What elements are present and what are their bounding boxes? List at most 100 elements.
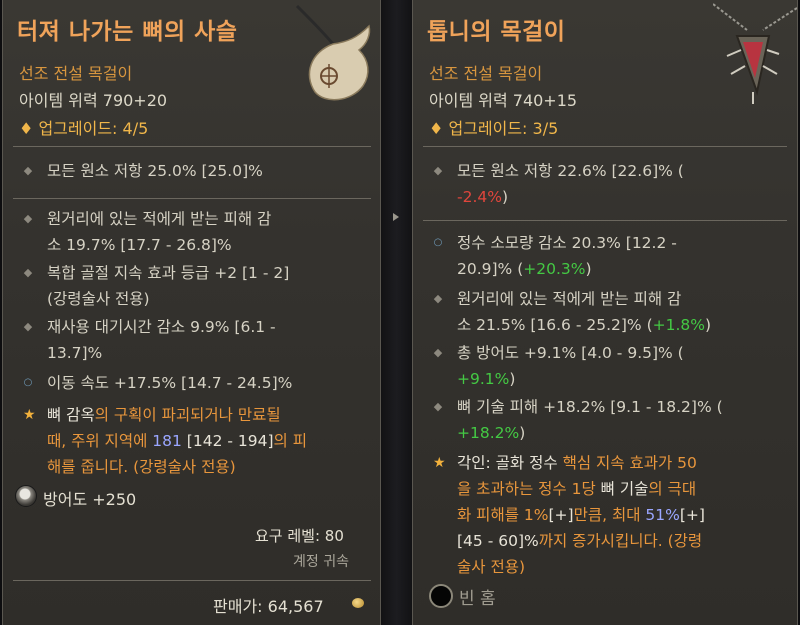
aspect-text: 만큼, 최대 [573, 506, 646, 524]
item-power: 아이템 위력 790+20 [19, 91, 168, 110]
skull-armor-icon [15, 485, 37, 507]
panel-gap [381, 0, 412, 625]
aspect-line: 을 초과하는 정수 1당 뼈 기술의 극대 [433, 476, 795, 502]
stat-row: ◆ 총 방어도 +9.1% [4.0 - 9.5]% ( +9.1%) [433, 340, 793, 392]
circle-bullet-icon: ○ [23, 377, 33, 388]
diamond-bullet-icon: ◆ [433, 292, 443, 305]
stat-text: 원거리에 있는 적에게 받는 피해 감 [47, 210, 272, 228]
item-title: 터져 나가는 뼈의 사슬 [17, 19, 238, 45]
divider [13, 198, 371, 199]
legendary-aspect: ★ 뼈 감옥의 구획이 파괴되거나 만료될 때, 주위 지역에 181 [142… [23, 402, 375, 480]
stat-range: 20.9]% ( [457, 260, 524, 278]
stat-text: 뼈 기술 피해 +18.2% [9.1 - 18.2]% ( [457, 398, 723, 416]
aspect-keyword: 뼈 감옥 [47, 406, 95, 424]
stat-row: ◆ 재사용 대기시간 감소 9.9% [6.1 - 13.7]% [23, 314, 373, 366]
stat-text: 소 21.5% [16.6 - 25.2]% (+1.8%) [433, 312, 793, 338]
stat-delta: +9.1% [457, 370, 510, 388]
stat-text: 소 19.7% [17.7 - 26.8]% [47, 236, 232, 254]
level-requirement: 요구 레벨: 80 [255, 527, 344, 545]
aspect-value: 51% [645, 506, 680, 524]
stat-text: 13.7]% [47, 344, 103, 362]
aspect-text: 까지 증가시킵니다. (강령 [538, 532, 703, 550]
aspect-line: [45 - 60]%까지 증가시킵니다. (강령 [433, 528, 795, 554]
stat-text: +18.2%) [433, 420, 793, 446]
item-power: 아이템 위력 740+15 [429, 91, 578, 110]
divider [423, 220, 787, 221]
aspect-range: [+] [679, 506, 705, 524]
stat-delta: -2.4% [457, 188, 502, 206]
divider [13, 146, 371, 147]
armor-value: 방어도 +250 [43, 490, 137, 509]
item-type: 선조 전설 목걸이 [429, 64, 543, 83]
diamond-bullet-icon: ◆ [23, 266, 33, 279]
divider [423, 146, 787, 147]
aspect-range: [45 - 60]% [457, 532, 539, 550]
divider [13, 580, 371, 581]
aspect-text: 의 극대 [648, 480, 697, 498]
stat-paren: ) [509, 370, 516, 388]
aspect-line: 뼈 감옥의 구획이 파괴되거나 만료될 [23, 402, 375, 428]
legendary-aspect: ★ 각인: 골화 정수 핵심 지속 효과가 50 을 초과하는 정수 1당 뼈 … [433, 450, 795, 580]
stat-row: ◆ 모든 원소 저항 25.0% [25.0]% [23, 158, 373, 184]
item-type: 선조 전설 목걸이 [19, 64, 133, 83]
upgrade-count: ♦ 업그레이드: 3/5 [429, 115, 558, 139]
stat-delta: +1.8% [652, 316, 705, 334]
stat-paren: ) [519, 424, 526, 442]
upgrade-diamond-icon: ♦ [429, 119, 449, 138]
aspect-line: 해를 줍니다. (강령술사 전용) [23, 454, 375, 480]
aspect-text: 의 피 [273, 432, 307, 450]
stat-row: ◆ 모든 원소 저항 22.6% [22.6]% ( -2.4%) [433, 158, 793, 210]
diamond-bullet-icon: ◆ [433, 164, 443, 177]
stat-row: ○ 정수 소모량 감소 20.3% [12.2 - 20.9]% (+20.3%… [433, 230, 793, 282]
item-title: 톱니의 목걸이 [427, 19, 566, 45]
aspect-text: 의 구획이 파괴되거나 만료될 [94, 406, 281, 424]
diamond-bullet-icon: ◆ [23, 164, 33, 177]
aspect-text: 화 피해를 1% [457, 506, 549, 524]
aspect-text: 핵심 지속 효과가 50 [562, 454, 697, 472]
stat-text: (강령술사 전용) [47, 290, 150, 308]
stat-text: 20.9]% (+20.3%) [433, 256, 793, 282]
compare-arrow-icon [393, 213, 399, 221]
diamond-bullet-icon: ◆ [433, 346, 443, 359]
stat-text: 이동 속도 +17.5% [14.7 - 24.5]% [47, 374, 293, 392]
circle-bullet-icon: ○ [433, 237, 443, 248]
diamond-bullet-icon: ◆ [433, 400, 443, 413]
stat-row: ○ 이동 속도 +17.5% [14.7 - 24.5]% [23, 370, 373, 396]
upgrade-label: 업그레이드: 3/5 [448, 119, 559, 138]
aspect-line: 화 피해를 1%[+]만큼, 최대 51%[+] [433, 502, 795, 528]
aspect-line: 술사 전용) [433, 554, 795, 580]
stat-text: 원거리에 있는 적에게 받는 피해 감 [457, 290, 682, 308]
stat-text: 재사용 대기시간 감소 9.9% [6.1 - [47, 318, 276, 336]
stat-delta: +18.2% [457, 424, 520, 442]
stat-range: 소 21.5% [16.6 - 25.2]% ( [457, 316, 653, 334]
diamond-bullet-icon: ◆ [23, 320, 33, 333]
aspect-range: [142 - 194] [181, 432, 274, 450]
stat-text: 복합 골절 지속 효과 등급 +2 [1 - 2] [47, 264, 290, 282]
stat-delta: +20.3% [523, 260, 586, 278]
socket-label: 빈 홈 [459, 589, 496, 609]
stat-paren: ) [585, 260, 592, 278]
bone-pendant-icon [295, 4, 371, 101]
aspect-text: 을 초과하는 정수 1당 [457, 480, 601, 498]
account-bound: 계정 귀속 [293, 554, 349, 570]
gold-coin-icon [352, 598, 364, 608]
diamond-bullet-icon: ◆ [23, 212, 33, 225]
upgrade-diamond-icon: ♦ [19, 119, 39, 138]
sell-price: 판매가: 64,567 [213, 597, 324, 616]
aspect-text: 때, 주위 지역에 [47, 432, 153, 450]
aspect-line: 각인: 골화 정수 핵심 지속 효과가 50 [433, 450, 795, 476]
tooltip-left: 터져 나가는 뼈의 사슬 선조 전설 목걸이 아이템 위력 790+20 ♦ 업… [2, 0, 381, 625]
aspect-value: 181 [152, 432, 182, 450]
stat-row: ◆ 원거리에 있는 적에게 받는 피해 감 소 21.5% [16.6 - 25… [433, 286, 793, 338]
stat-text: 모든 원소 저항 25.0% [25.0]% [47, 162, 263, 180]
star-bullet-icon: ★ [433, 455, 446, 471]
tooltip-right: 톱니의 목걸이 선조 전설 목걸이 아이템 위력 740+15 ♦ 업그레이드:… [412, 0, 798, 625]
upgrade-label: 업그레이드: 4/5 [38, 119, 149, 138]
stat-text: +9.1%) [433, 366, 793, 392]
aspect-keyword: 각인: 골화 정수 [457, 454, 563, 472]
toothed-pendant-icon [713, 3, 797, 104]
upgrade-count: ♦ 업그레이드: 4/5 [19, 115, 148, 139]
stat-row: ◆ 뼈 기술 피해 +18.2% [9.1 - 18.2]% ( +18.2%) [433, 394, 793, 446]
aspect-line: 때, 주위 지역에 181 [142 - 194]의 피 [23, 428, 375, 454]
aspect-text: 술사 전용) [457, 558, 526, 576]
